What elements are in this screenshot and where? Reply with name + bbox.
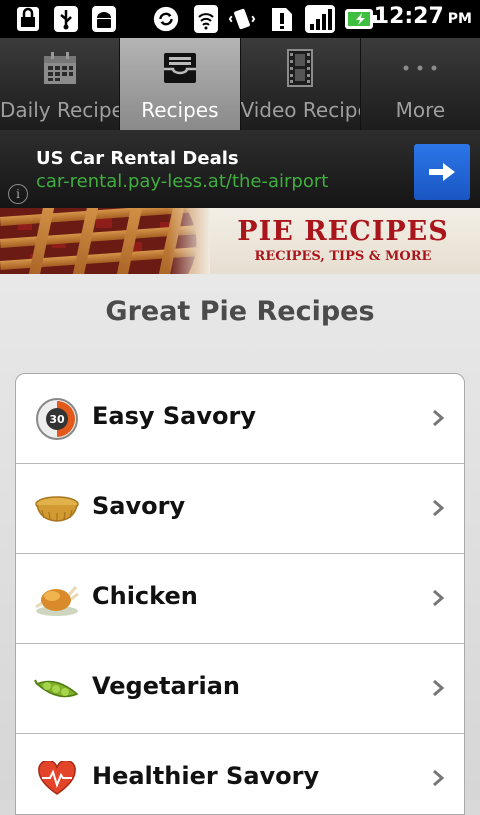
list-item-label: Chicken <box>92 582 198 610</box>
ad-title[interactable]: US Car Rental Deals <box>36 148 239 169</box>
banner-title: PIE RECIPES <box>237 216 449 247</box>
clock: 12:27 PM <box>374 4 472 34</box>
film-icon <box>241 48 360 88</box>
tab-recipes[interactable]: Recipes <box>120 38 241 130</box>
pea-pod-icon <box>34 666 80 712</box>
chevron-right-icon <box>433 769 445 787</box>
tab-label: Recipes <box>141 98 219 122</box>
arrow-right-icon <box>429 163 455 181</box>
list-item-savory[interactable]: Savory <box>16 464 464 554</box>
calendar-icon <box>0 48 119 88</box>
timer-30-icon: 30 <box>34 396 80 442</box>
ad-url[interactable]: car-rental.pay-less.at/the-airport <box>36 171 328 192</box>
header-banner: PIE RECIPES RECIPES, TIPS & MORE <box>0 208 480 274</box>
svg-text:30: 30 <box>49 413 65 426</box>
tab-label: More <box>395 98 446 122</box>
list-item-easy-savory[interactable]: 30 Easy Savory <box>16 374 464 464</box>
page-title: Great Pie Recipes <box>105 296 375 327</box>
signal-icon <box>304 5 336 33</box>
tab-more[interactable]: More <box>360 38 480 130</box>
inbox-tray-icon <box>120 48 239 88</box>
list-item-label: Vegetarian <box>92 672 241 700</box>
sim-alert-icon <box>268 5 296 33</box>
ad-go-button[interactable] <box>414 144 470 200</box>
pie-dish-icon <box>34 486 80 532</box>
clock-time: 12:27 <box>373 4 444 29</box>
list-item-label: Savory <box>92 492 186 520</box>
list-item-healthier-savory[interactable]: Healthier Savory <box>16 734 464 814</box>
sync-icon <box>152 5 180 33</box>
banner-subtitle: RECIPES, TIPS & MORE <box>254 249 432 264</box>
wifi-icon <box>192 5 220 33</box>
tab-bar: Daily Recipes Recipes Video Recipe More <box>0 38 480 130</box>
pie-image <box>0 208 210 274</box>
roast-chicken-icon <box>34 576 80 622</box>
usb-icon <box>52 5 80 33</box>
info-icon[interactable]: i <box>8 184 28 204</box>
list-item-vegetarian[interactable]: Vegetarian <box>16 644 464 734</box>
tab-label: Daily Recipes <box>0 98 119 122</box>
tab-video-recipe[interactable]: Video Recipe <box>240 38 361 130</box>
list-item-label: Easy Savory <box>92 402 256 430</box>
chevron-right-icon <box>433 679 445 697</box>
main-content: Great Pie Recipes 30 Easy Savory Savory … <box>0 274 480 815</box>
category-list: 30 Easy Savory Savory Chicken Vegetarian… <box>15 373 465 815</box>
list-item-chicken[interactable]: Chicken <box>16 554 464 644</box>
chevron-right-icon <box>433 499 445 517</box>
heart-pulse-icon <box>34 756 80 802</box>
clock-ampm: PM <box>447 11 472 27</box>
chevron-right-icon <box>433 409 445 427</box>
more-dots-icon <box>361 48 480 88</box>
lock-icon <box>14 5 42 33</box>
ad-banner[interactable]: US Car Rental Deals car-rental.pay-less.… <box>0 130 480 208</box>
chevron-right-icon <box>433 589 445 607</box>
list-item-label: Healthier Savory <box>92 762 320 790</box>
tab-label: Video Recipe <box>240 98 361 122</box>
status-bar: 12:27 PM <box>0 0 480 38</box>
android-icon <box>90 5 118 33</box>
tab-daily-recipes[interactable]: Daily Recipes <box>0 38 121 130</box>
vibrate-icon <box>228 5 256 33</box>
